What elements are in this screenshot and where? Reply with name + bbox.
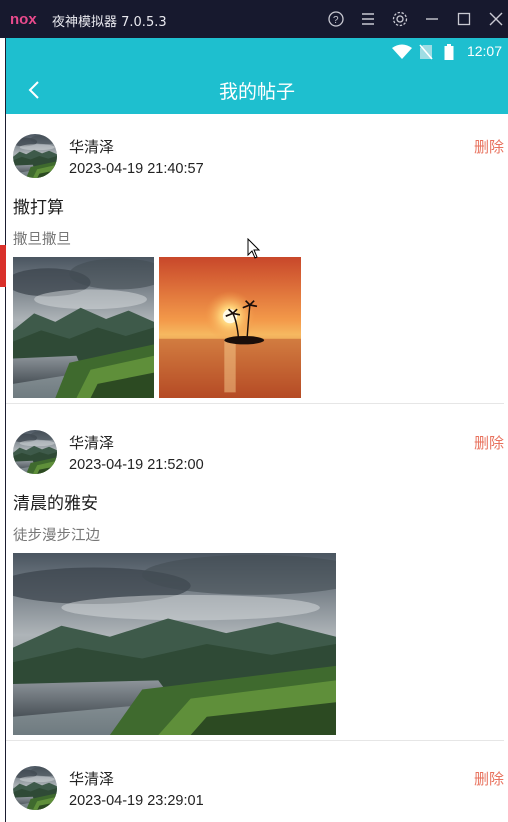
delete-button[interactable]: 删除 bbox=[474, 768, 504, 789]
post-image[interactable] bbox=[13, 553, 336, 735]
post-title: 清晨的雅安 bbox=[13, 494, 98, 514]
emulator-title: 夜神模拟器 7.0.5.3 bbox=[52, 15, 167, 30]
post-body: 撒旦撒旦 bbox=[13, 232, 71, 248]
status-time: 12:07 bbox=[466, 43, 502, 59]
post-time: 2023-04-19 21:40:57 bbox=[69, 161, 204, 177]
post-title: 撒打算 bbox=[13, 198, 64, 218]
delete-button[interactable]: 删除 bbox=[474, 432, 504, 453]
avatar bbox=[13, 430, 57, 474]
svg-text:nox: nox bbox=[10, 11, 37, 28]
post-list: 华清泽 2023-04-19 21:40:57 删除 撒打算 撒旦撒旦 华清泽 … bbox=[6, 114, 508, 822]
wifi-icon bbox=[392, 44, 412, 59]
post-item: 华清泽 2023-04-19 21:52:00 删除 清晨的雅安 徒步漫步江边 bbox=[6, 404, 504, 741]
page-title: 我的帖子 bbox=[218, 81, 295, 103]
battery-icon bbox=[444, 44, 454, 60]
mouse-cursor-icon bbox=[247, 238, 261, 259]
post-image[interactable] bbox=[159, 257, 301, 398]
post-image[interactable] bbox=[13, 257, 154, 398]
avatar bbox=[13, 134, 57, 178]
post-body: 徒步漫步江边 bbox=[13, 528, 100, 544]
help-icon[interactable]: ? bbox=[327, 10, 345, 28]
delete-button[interactable]: 删除 bbox=[474, 136, 504, 157]
close-icon[interactable] bbox=[487, 10, 505, 28]
menu-icon[interactable] bbox=[359, 10, 377, 28]
post-author: 华清泽 bbox=[69, 138, 115, 156]
maximize-icon[interactable] bbox=[455, 10, 473, 28]
post-author: 华清泽 bbox=[69, 770, 115, 788]
post-time: 2023-04-19 21:52:00 bbox=[69, 457, 204, 473]
no-sim-icon bbox=[419, 44, 433, 60]
settings-icon[interactable] bbox=[391, 10, 409, 28]
status-bar: 12:07 bbox=[6, 38, 508, 66]
nox-logo-icon: nox bbox=[10, 11, 37, 28]
svg-text:?: ? bbox=[333, 15, 339, 26]
avatar bbox=[13, 766, 57, 810]
minimize-icon[interactable] bbox=[423, 10, 441, 28]
post-time: 2023-04-19 23:29:01 bbox=[69, 793, 204, 809]
emulator-title-bar: nox 夜神模拟器 7.0.5.3 ? bbox=[0, 0, 508, 38]
app-header: 我的帖子 bbox=[6, 66, 508, 114]
post-author: 华清泽 bbox=[69, 434, 115, 452]
post-item: 华清泽 2023-04-19 23:29:01 删除 bbox=[6, 741, 504, 822]
